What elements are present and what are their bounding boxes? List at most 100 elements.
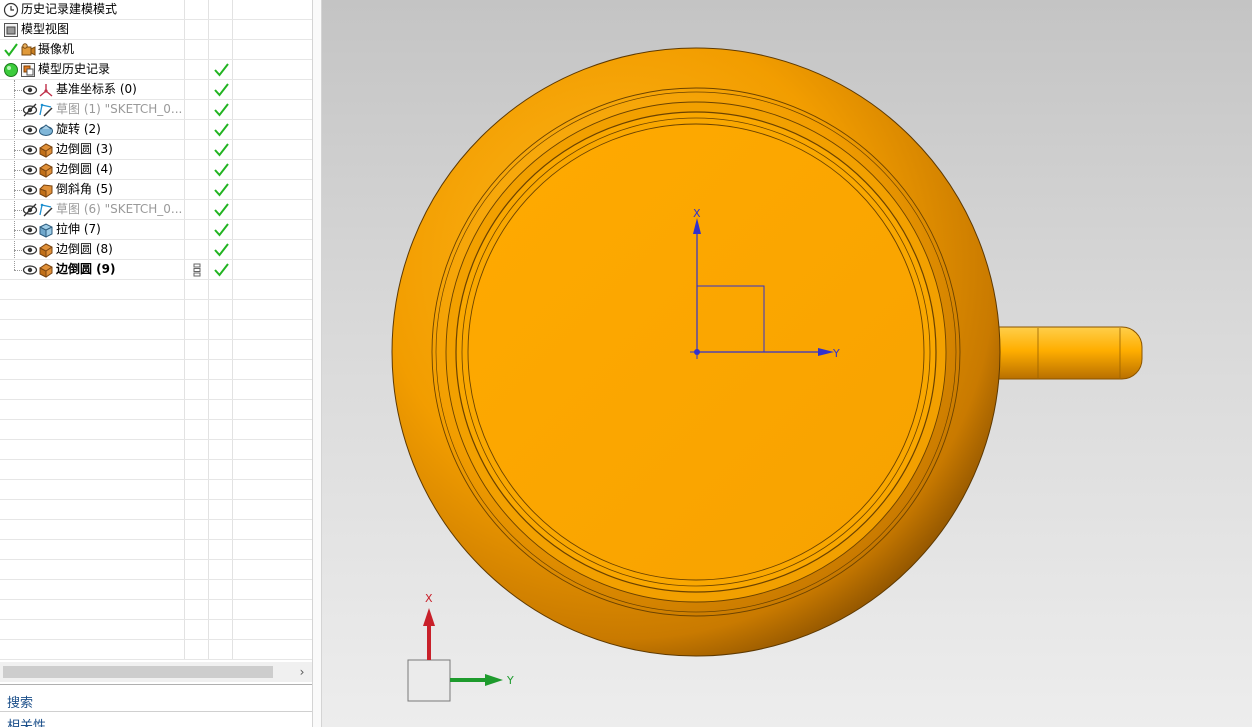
empty-row — [0, 640, 312, 660]
eye-icon[interactable] — [22, 82, 38, 98]
tree-row[interactable]: 模型历史记录 — [0, 60, 312, 80]
scrollbar-thumb[interactable] — [3, 666, 273, 678]
empty-row — [0, 460, 312, 480]
empty-row — [0, 480, 312, 500]
extrude-icon — [38, 222, 54, 238]
empty-row — [0, 600, 312, 620]
edge-blend-icon — [38, 142, 54, 158]
section-dependencies[interactable]: 相关性 — [7, 715, 46, 727]
tree-row[interactable]: 边倒圆 (9) — [0, 260, 312, 280]
tree-row-label: 边倒圆 (9) — [56, 262, 116, 276]
scroll-right-arrow-icon[interactable]: › — [296, 664, 308, 680]
revolve-icon — [38, 122, 54, 138]
tree-row[interactable]: 边倒圆 (3) — [0, 140, 312, 160]
eye-icon[interactable] — [22, 122, 38, 138]
camera-icon — [20, 42, 36, 58]
empty-row — [0, 340, 312, 360]
check-icon — [212, 261, 230, 279]
check-icon — [212, 141, 230, 159]
empty-row — [0, 520, 312, 540]
empty-row — [0, 300, 312, 320]
empty-row — [0, 440, 312, 460]
model-views-icon — [3, 22, 19, 38]
sketch-icon — [38, 202, 54, 218]
eye-icon[interactable] — [22, 162, 38, 178]
tree-row[interactable]: 边倒圆 (4) — [0, 160, 312, 180]
navigator-tree: 历史记录建模模式 模型视图摄像机模型历史记录基准坐标系 (0) 草图 (1) "SK… — [0, 0, 312, 660]
empty-row — [0, 500, 312, 520]
clock-icon — [3, 2, 19, 18]
tree-row-label: 草图 (1) "SKETCH_0... — [56, 102, 183, 116]
empty-row — [0, 320, 312, 340]
tree-row-label: 模型历史记录 — [38, 62, 111, 76]
section-search[interactable]: 搜索 — [7, 692, 33, 711]
edge-blend-icon — [38, 242, 54, 258]
check-icon — [212, 161, 230, 179]
tree-row-label: 拉伸 (7) — [56, 222, 101, 236]
eye-hidden-icon[interactable] — [22, 102, 38, 118]
tree-row[interactable]: 草图 (1) "SKETCH_0... — [0, 100, 312, 120]
tree-branch — [14, 190, 22, 191]
tree-row[interactable]: 模型视图 — [0, 20, 312, 40]
edge-blend-icon — [38, 162, 54, 178]
sketch-icon — [38, 102, 54, 118]
green-ball-icon[interactable] — [3, 62, 19, 78]
empty-row — [0, 560, 312, 580]
tree-branch — [14, 230, 22, 231]
tree-row[interactable]: 历史记录建模模式 — [0, 0, 312, 20]
empty-row — [0, 540, 312, 560]
view-triad[interactable]: X Y — [407, 592, 514, 702]
tree-row[interactable]: 草图 (6) "SKETCH_0... — [0, 200, 312, 220]
eye-icon[interactable] — [22, 182, 38, 198]
settings-grid-icon[interactable] — [193, 263, 201, 279]
check-icon — [212, 61, 230, 79]
graphics-window[interactable]: X Y X Y — [322, 0, 1252, 727]
tree-row-label: 倒斜角 (5) — [56, 182, 113, 196]
check-icon — [212, 121, 230, 139]
tree-row[interactable]: 倒斜角 (5) — [0, 180, 312, 200]
empty-row — [0, 280, 312, 300]
tree-row[interactable]: 基准坐标系 (0) — [0, 80, 312, 100]
triad-x-label: X — [425, 592, 433, 605]
tree-row[interactable]: 摄像机 — [0, 40, 312, 60]
eye-icon[interactable] — [22, 222, 38, 238]
tree-row[interactable]: 拉伸 (7) — [0, 220, 312, 240]
tree-branch — [14, 150, 22, 151]
empty-row — [0, 580, 312, 600]
tree-row-label: 旋转 (2) — [56, 122, 101, 136]
horizontal-scrollbar[interactable]: › — [0, 662, 312, 682]
tree-row-label: 基准坐标系 (0) — [56, 82, 137, 96]
tree-branch — [14, 250, 22, 251]
tree-row-label: 草图 (6) "SKETCH_0... — [56, 202, 183, 216]
model-view-svg: X Y X Y — [391, 47, 1143, 702]
empty-row — [0, 420, 312, 440]
csys-y-label: Y — [832, 347, 840, 360]
tree-branch — [14, 270, 22, 271]
check-icon — [212, 181, 230, 199]
edge-blend-icon — [38, 262, 54, 278]
eye-icon[interactable] — [22, 142, 38, 158]
tree-row-label: 边倒圆 (4) — [56, 162, 113, 176]
tree-branch — [14, 90, 22, 91]
datum-csys-icon — [38, 82, 54, 98]
green-check-icon[interactable] — [3, 42, 19, 58]
part-navigator: 历史记录建模模式 模型视图摄像机模型历史记录基准坐标系 (0) 草图 (1) "SK… — [0, 0, 312, 727]
tree-branch — [14, 130, 22, 131]
eye-icon[interactable] — [22, 262, 38, 278]
chamfer-icon — [38, 182, 54, 198]
tree-row-label: 边倒圆 (3) — [56, 142, 113, 156]
model-history-icon — [20, 62, 36, 78]
check-icon — [212, 201, 230, 219]
eye-hidden-icon[interactable] — [22, 202, 38, 218]
empty-row — [0, 400, 312, 420]
check-icon — [212, 221, 230, 239]
tree-branch — [14, 210, 22, 211]
tree-row[interactable]: 旋转 (2) — [0, 120, 312, 140]
check-icon — [212, 241, 230, 259]
eye-icon[interactable] — [22, 242, 38, 258]
tree-row-label: 摄像机 — [38, 42, 75, 56]
check-icon — [212, 81, 230, 99]
tree-row[interactable]: 边倒圆 (8) — [0, 240, 312, 260]
panel-splitter[interactable] — [312, 0, 322, 727]
panel-separator — [0, 684, 312, 685]
